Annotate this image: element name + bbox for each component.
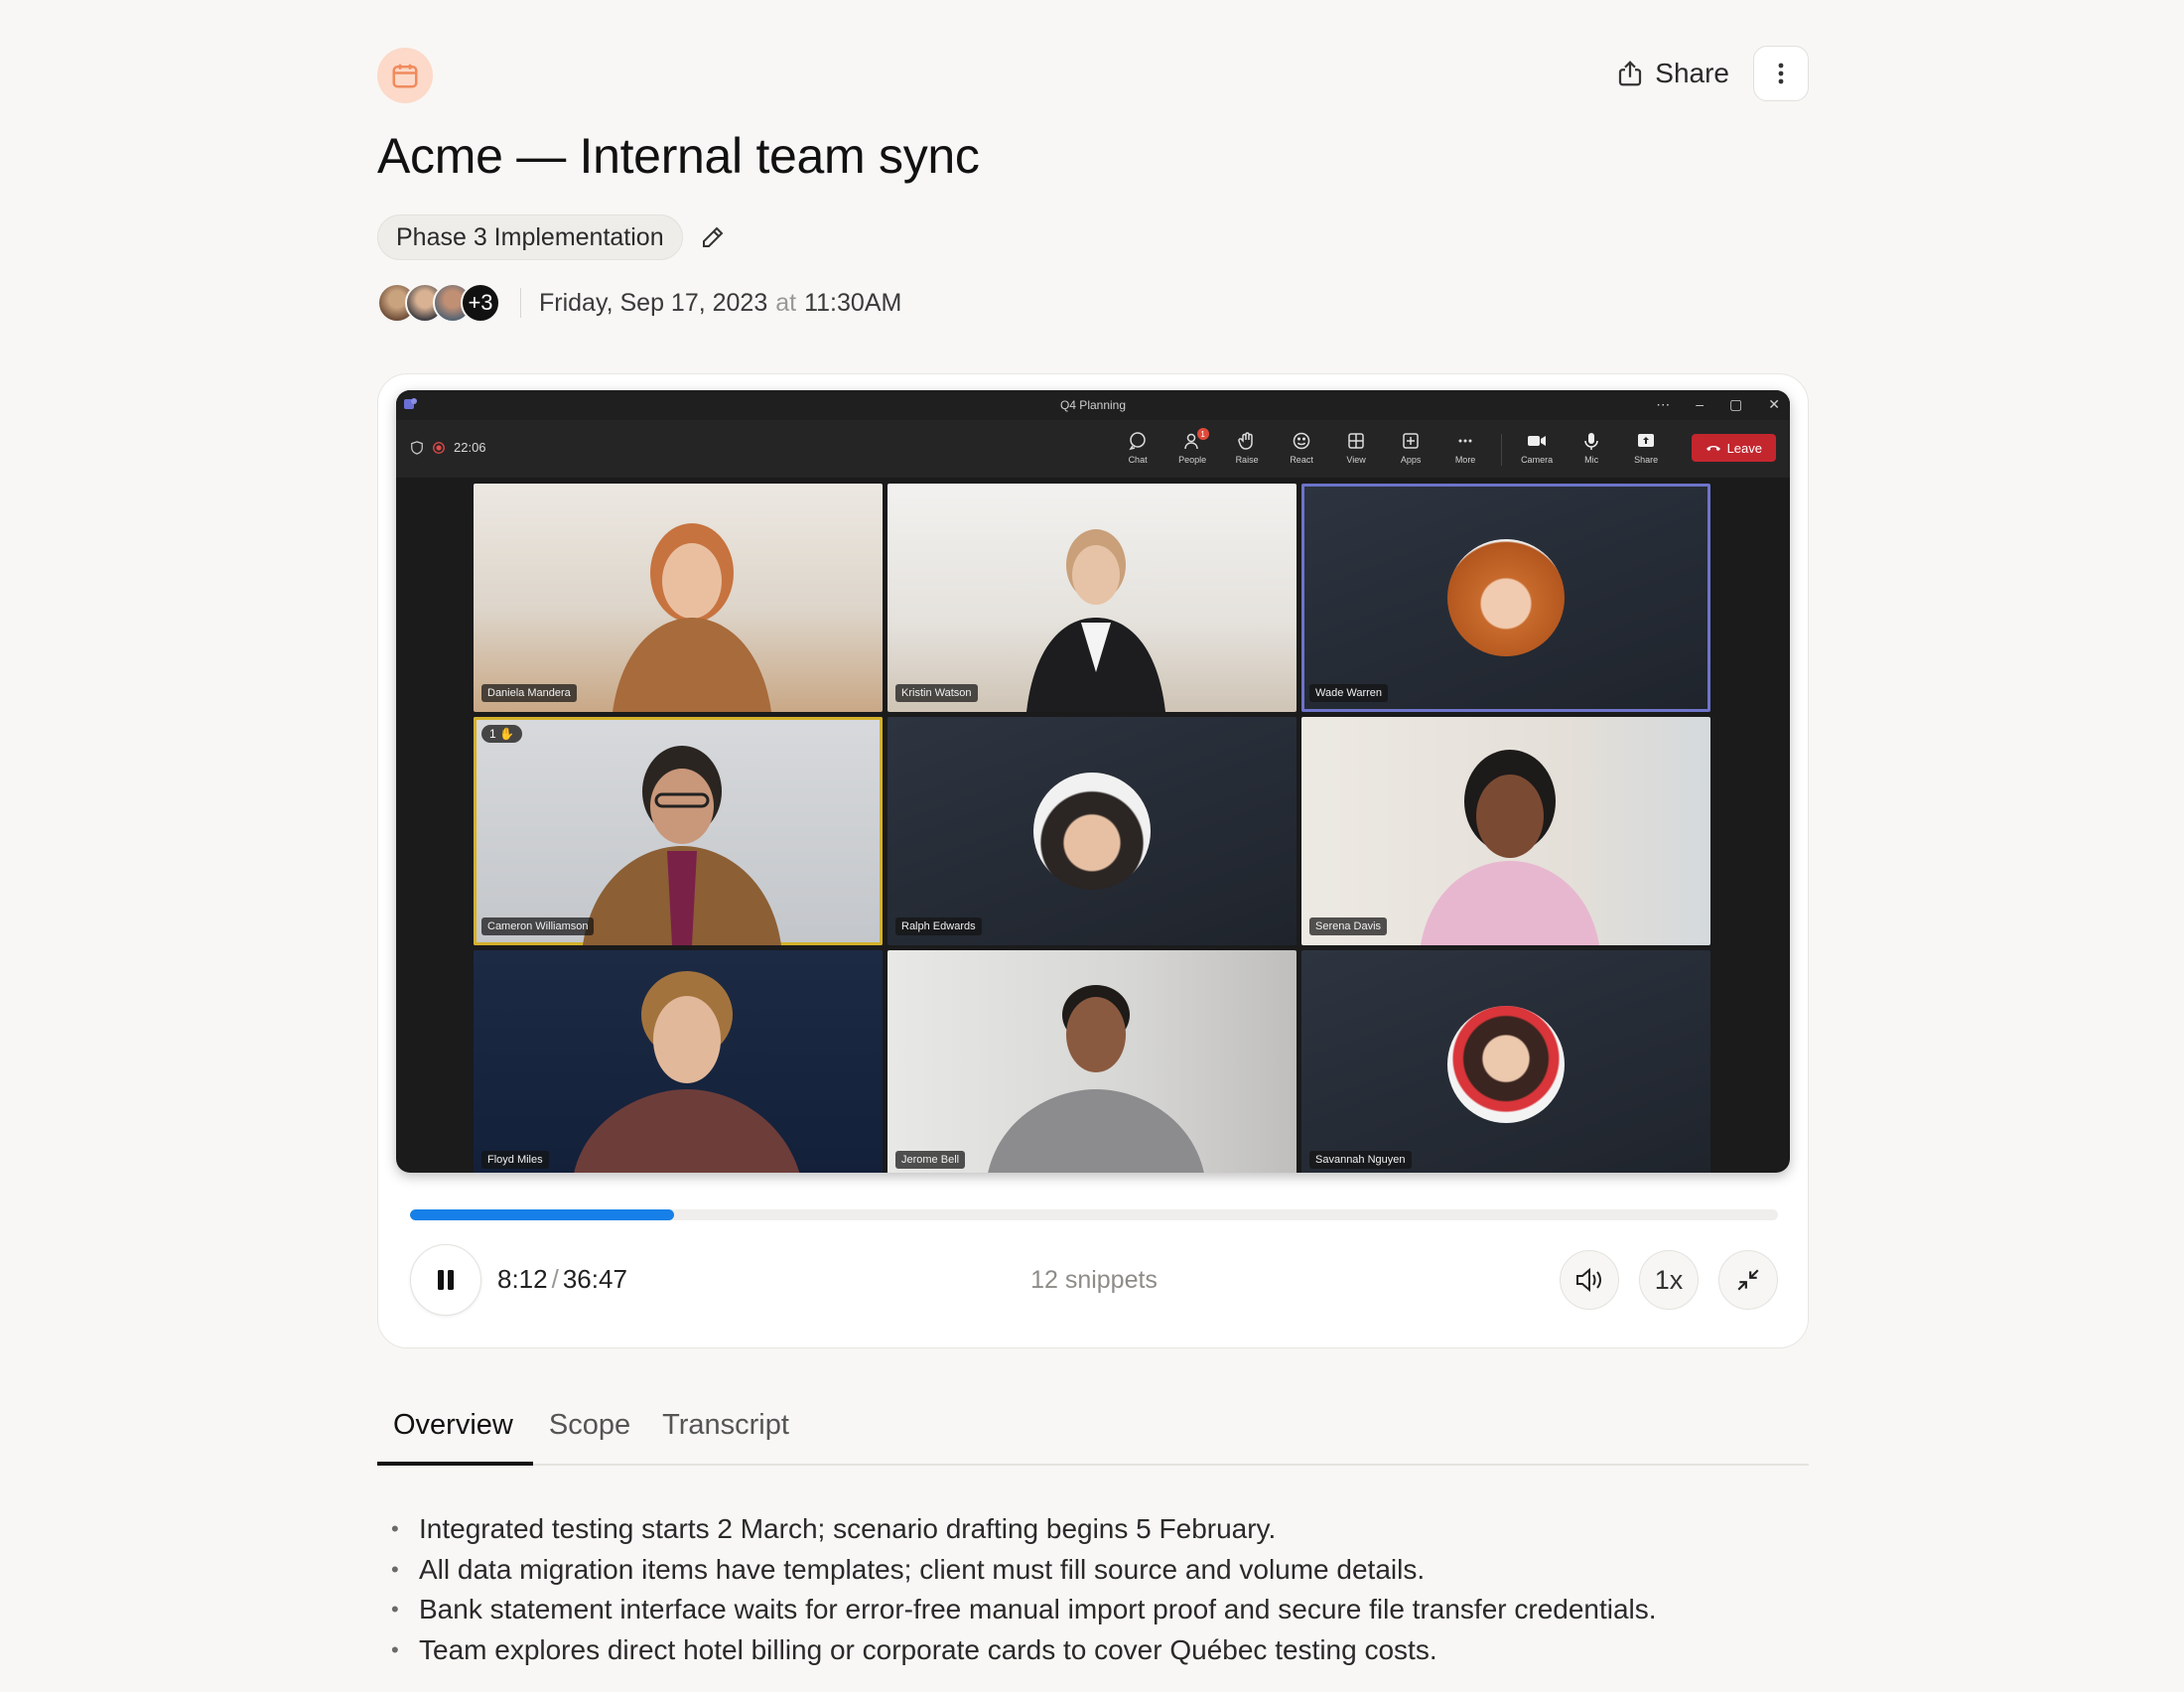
participant-tile[interactable]: Savannah Nguyen xyxy=(1301,950,1710,1173)
participant-name: Serena Davis xyxy=(1309,917,1388,935)
window-controls: ⋯ – ▢ ✕ xyxy=(1656,396,1780,413)
meeting-meta: +3 Friday, Sep 17, 2023 at 11:30AM xyxy=(377,281,901,325)
share-screen-icon xyxy=(1635,430,1657,452)
volume-button[interactable] xyxy=(1560,1250,1619,1310)
collapse-arrows-icon xyxy=(1737,1269,1759,1291)
tool-react[interactable]: React xyxy=(1275,430,1329,465)
participant-tile[interactable]: Serena Davis xyxy=(1301,717,1710,945)
window-titlebar: Q4 Planning ⋯ – ▢ ✕ xyxy=(396,390,1790,420)
raise-hand-icon xyxy=(1236,430,1258,452)
participant-tile[interactable]: Jerome Bell xyxy=(887,950,1297,1173)
camera-icon xyxy=(1526,430,1548,452)
video-frame[interactable]: Q4 Planning ⋯ – ▢ ✕ 22:06 Chat 1 People … xyxy=(396,390,1790,1173)
participant-tile[interactable]: Kristin Watson xyxy=(887,484,1297,712)
tool-mic[interactable]: Mic xyxy=(1565,430,1619,465)
share-label: Share xyxy=(1655,58,1729,88)
more-options-button[interactable] xyxy=(1753,46,1809,101)
participant-tile[interactable]: Daniela Mandera xyxy=(474,484,883,712)
tool-people[interactable]: 1 People xyxy=(1165,428,1220,465)
participant-name: Daniela Mandera xyxy=(481,684,577,702)
mic-icon xyxy=(1580,430,1602,452)
list-item: • Team explores direct hotel billing or c… xyxy=(391,1633,1437,1665)
playback-controls: 8:12/36:47 12 snippets 1x xyxy=(410,1244,1778,1318)
ellipsis-icon[interactable]: ⋯ xyxy=(1656,396,1670,413)
tool-camera[interactable]: Camera xyxy=(1510,430,1565,465)
participant-tile[interactable]: 1 ✋ Cameron Williamson xyxy=(474,717,883,945)
playback-speed-button[interactable]: 1x xyxy=(1639,1250,1699,1310)
apps-icon xyxy=(1400,430,1422,452)
meeting-toolbar: 22:06 Chat 1 People Raise React View App… xyxy=(396,420,1790,478)
minimize-player-button[interactable] xyxy=(1718,1250,1778,1310)
attendee-avatars[interactable]: +3 xyxy=(377,283,500,323)
avatar xyxy=(1447,539,1565,656)
tool-chat[interactable]: Chat xyxy=(1111,430,1165,465)
content-tabs: Overview Scope Transcript xyxy=(377,1386,1809,1466)
record-icon xyxy=(433,441,445,454)
share-button[interactable]: Share xyxy=(1615,58,1729,89)
participant-name: Savannah Nguyen xyxy=(1309,1151,1412,1169)
top-actions: Share xyxy=(1615,46,1809,101)
participant-name: Floyd Miles xyxy=(481,1151,549,1169)
participant-tile[interactable]: Floyd Miles xyxy=(474,950,883,1173)
volume-icon xyxy=(1576,1267,1601,1293)
chat-icon xyxy=(1127,430,1149,452)
list-item: • Integrated testing starts 2 March; scen… xyxy=(391,1513,1277,1544)
divider xyxy=(520,288,521,318)
meeting-date: Friday, Sep 17, 2023 at 11:30AM xyxy=(539,288,902,317)
view-grid-icon xyxy=(1345,430,1367,452)
participant-name: Ralph Edwards xyxy=(895,917,982,935)
recording-indicator: 22:06 xyxy=(410,440,486,455)
more-attendees-badge: +3 xyxy=(461,283,500,323)
tab-overview[interactable]: Overview xyxy=(377,1386,533,1466)
participant-name: Kristin Watson xyxy=(895,684,978,702)
more-icon xyxy=(1454,430,1476,452)
meeting-tools: Chat 1 People Raise React View Apps More… xyxy=(1111,428,1776,466)
tab-transcript[interactable]: Transcript xyxy=(646,1386,805,1464)
overview-list: • Integrated testing starts 2 March; scen… xyxy=(391,1509,1657,1670)
tag-row: Phase 3 Implementation xyxy=(377,214,725,260)
progress-fill xyxy=(410,1209,674,1220)
meeting-title: Acme — Internal team sync xyxy=(377,128,980,184)
leave-button[interactable]: Leave xyxy=(1691,434,1776,462)
react-icon xyxy=(1291,430,1312,452)
participant-name: Jerome Bell xyxy=(895,1151,966,1169)
raised-hand-badge: 1 ✋ xyxy=(481,725,522,743)
participant-tile[interactable]: Wade Warren xyxy=(1301,484,1710,712)
people-badge: 1 xyxy=(1196,428,1209,440)
tool-apps[interactable]: Apps xyxy=(1384,430,1438,465)
video-player-card: Q4 Planning ⋯ – ▢ ✕ 22:06 Chat 1 People … xyxy=(377,373,1809,1348)
hang-up-icon xyxy=(1706,446,1720,451)
tool-more[interactable]: More xyxy=(1438,430,1493,465)
calendar-icon xyxy=(377,48,433,103)
shield-icon xyxy=(411,440,423,455)
tool-share[interactable]: Share xyxy=(1619,430,1674,465)
tool-raise[interactable]: Raise xyxy=(1220,430,1275,465)
share-icon xyxy=(1619,61,1642,86)
recording-time: 22:06 xyxy=(454,440,486,455)
tool-view[interactable]: View xyxy=(1329,430,1384,465)
minimize-icon[interactable]: – xyxy=(1696,396,1704,413)
participant-name: Cameron Williamson xyxy=(481,917,595,935)
avatar xyxy=(1447,1006,1565,1123)
list-item: • All data migration items have templates… xyxy=(391,1553,1426,1585)
edit-pencil-icon[interactable] xyxy=(701,225,725,249)
participant-tile[interactable]: Ralph Edwards xyxy=(887,717,1297,945)
avatar xyxy=(1033,773,1151,890)
window-title: Q4 Planning xyxy=(1059,398,1127,412)
vertical-dots-icon xyxy=(1778,63,1784,84)
participant-grid: Daniela Mandera Kristin Watson Wade Warr… xyxy=(474,484,1726,1173)
tab-scope[interactable]: Scope xyxy=(533,1386,646,1464)
playback-progress-bar[interactable] xyxy=(410,1209,1778,1220)
meeting-page: Share Acme — Internal team sync Phase 3 … xyxy=(377,0,1809,1692)
phase-tag[interactable]: Phase 3 Implementation xyxy=(377,214,683,260)
list-item: • Bank statement interface waits for erro… xyxy=(391,1594,1657,1624)
close-icon[interactable]: ✕ xyxy=(1768,396,1780,413)
player-options: 1x xyxy=(1560,1250,1778,1310)
maximize-icon[interactable]: ▢ xyxy=(1729,396,1742,413)
participant-name: Wade Warren xyxy=(1309,684,1389,702)
